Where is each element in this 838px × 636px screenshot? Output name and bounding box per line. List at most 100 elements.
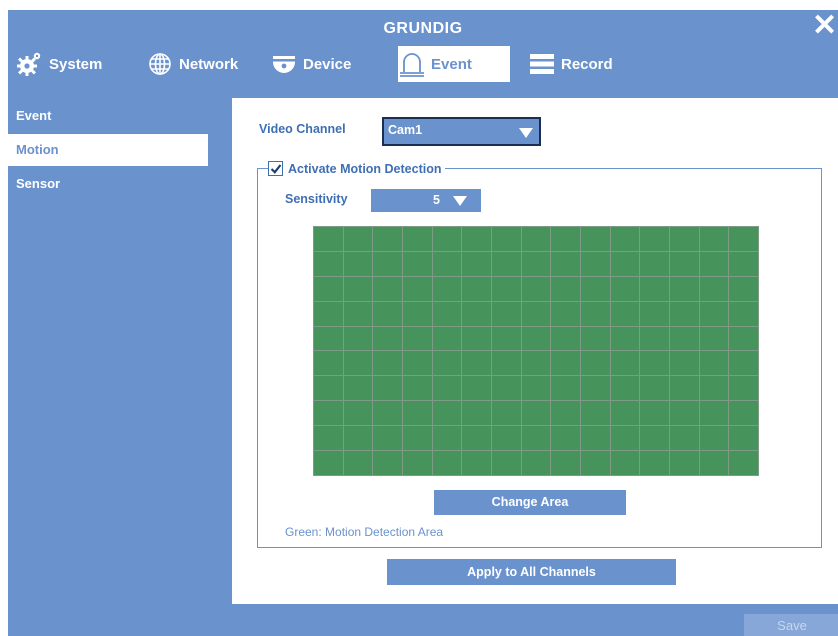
- motion-grid-cell[interactable]: [521, 301, 551, 326]
- activate-motion-checkbox[interactable]: [268, 161, 283, 176]
- motion-grid-cell[interactable]: [462, 351, 491, 376]
- tab-event[interactable]: Event: [398, 46, 510, 82]
- save-button[interactable]: Save: [744, 614, 838, 636]
- motion-grid-cell[interactable]: [610, 326, 640, 351]
- motion-grid-cell[interactable]: [343, 301, 373, 326]
- motion-grid-cell[interactable]: [699, 227, 729, 251]
- sidebar-item-motion[interactable]: Motion: [8, 134, 208, 166]
- motion-grid-cell[interactable]: [373, 276, 402, 301]
- motion-grid-cell[interactable]: [551, 401, 580, 426]
- motion-grid-cell[interactable]: [669, 227, 699, 251]
- motion-grid-cell[interactable]: [669, 351, 699, 376]
- video-channel-select[interactable]: Cam1: [382, 117, 541, 146]
- motion-grid-cell[interactable]: [669, 451, 699, 475]
- motion-grid-cell[interactable]: [640, 401, 669, 426]
- motion-grid-cell[interactable]: [640, 301, 669, 326]
- motion-grid-cell[interactable]: [402, 227, 432, 251]
- motion-grid-cell[interactable]: [343, 326, 373, 351]
- motion-grid-cell[interactable]: [491, 251, 521, 276]
- motion-grid-cell[interactable]: [669, 426, 699, 451]
- motion-grid-cell[interactable]: [432, 276, 462, 301]
- motion-grid-cell[interactable]: [610, 251, 640, 276]
- motion-grid-cell[interactable]: [402, 351, 432, 376]
- motion-grid-cell[interactable]: [462, 276, 491, 301]
- motion-grid-cell[interactable]: [580, 276, 610, 301]
- motion-grid-cell[interactable]: [373, 426, 402, 451]
- motion-grid-cell[interactable]: [521, 251, 551, 276]
- motion-grid-cell[interactable]: [521, 276, 551, 301]
- motion-grid-cell[interactable]: [373, 326, 402, 351]
- motion-grid-cell[interactable]: [699, 426, 729, 451]
- motion-grid-cell[interactable]: [373, 301, 402, 326]
- motion-grid-cell[interactable]: [640, 227, 669, 251]
- motion-grid-cell[interactable]: [729, 426, 758, 451]
- motion-grid-cell[interactable]: [729, 251, 758, 276]
- motion-grid-cell[interactable]: [343, 351, 373, 376]
- motion-grid-cell[interactable]: [491, 426, 521, 451]
- motion-grid-cell[interactable]: [491, 227, 521, 251]
- tab-device[interactable]: Device: [270, 46, 380, 82]
- motion-grid-cell[interactable]: [373, 451, 402, 475]
- motion-grid-cell[interactable]: [580, 451, 610, 475]
- motion-grid-cell[interactable]: [729, 401, 758, 426]
- motion-grid-cell[interactable]: [729, 326, 758, 351]
- motion-grid-cell[interactable]: [699, 301, 729, 326]
- motion-grid-cell[interactable]: [462, 251, 491, 276]
- motion-grid-cell[interactable]: [669, 301, 699, 326]
- motion-grid-cell[interactable]: [402, 376, 432, 401]
- motion-grid-cell[interactable]: [343, 451, 373, 475]
- motion-grid-cell[interactable]: [462, 426, 491, 451]
- motion-grid-cell[interactable]: [669, 376, 699, 401]
- motion-grid-cell[interactable]: [373, 351, 402, 376]
- motion-grid-cell[interactable]: [521, 376, 551, 401]
- motion-grid-cell[interactable]: [610, 301, 640, 326]
- motion-grid-cell[interactable]: [640, 276, 669, 301]
- motion-grid-cell[interactable]: [580, 426, 610, 451]
- motion-grid-cell[interactable]: [373, 227, 402, 251]
- motion-grid-cell[interactable]: [314, 451, 343, 475]
- motion-grid-cell[interactable]: [432, 451, 462, 475]
- motion-grid-cell[interactable]: [432, 426, 462, 451]
- motion-grid-cell[interactable]: [669, 276, 699, 301]
- close-icon[interactable]: ✕: [812, 11, 837, 41]
- motion-grid-cell[interactable]: [314, 376, 343, 401]
- motion-grid-cell[interactable]: [669, 251, 699, 276]
- motion-grid-cell[interactable]: [462, 376, 491, 401]
- motion-grid-cell[interactable]: [640, 426, 669, 451]
- motion-grid-cell[interactable]: [521, 227, 551, 251]
- tab-network[interactable]: Network: [146, 46, 256, 82]
- motion-grid-cell[interactable]: [402, 251, 432, 276]
- motion-grid-cell[interactable]: [580, 351, 610, 376]
- motion-grid-cell[interactable]: [432, 376, 462, 401]
- motion-grid-cell[interactable]: [640, 376, 669, 401]
- motion-grid-cell[interactable]: [551, 376, 580, 401]
- motion-grid-cell[interactable]: [432, 326, 462, 351]
- motion-grid-cell[interactable]: [729, 227, 758, 251]
- motion-grid-cell[interactable]: [610, 451, 640, 475]
- motion-grid-cell[interactable]: [610, 426, 640, 451]
- motion-grid-cell[interactable]: [580, 326, 610, 351]
- motion-grid-cell[interactable]: [402, 401, 432, 426]
- motion-grid-cell[interactable]: [580, 376, 610, 401]
- motion-grid-cell[interactable]: [432, 227, 462, 251]
- motion-detection-grid[interactable]: [313, 226, 759, 476]
- motion-grid-cell[interactable]: [491, 401, 521, 426]
- motion-grid-cell[interactable]: [314, 227, 343, 251]
- motion-grid-cell[interactable]: [551, 227, 580, 251]
- motion-grid-cell[interactable]: [314, 301, 343, 326]
- motion-grid-cell[interactable]: [432, 401, 462, 426]
- motion-grid-cell[interactable]: [580, 227, 610, 251]
- tab-system[interactable]: System: [16, 46, 136, 82]
- motion-grid-cell[interactable]: [640, 326, 669, 351]
- motion-grid-cell[interactable]: [343, 376, 373, 401]
- motion-grid-cell[interactable]: [402, 426, 432, 451]
- change-area-button[interactable]: Change Area: [434, 490, 626, 515]
- apply-all-channels-button[interactable]: Apply to All Channels: [387, 559, 676, 585]
- motion-grid-cell[interactable]: [610, 227, 640, 251]
- motion-grid-cell[interactable]: [699, 251, 729, 276]
- sidebar-item-event[interactable]: Event: [8, 100, 208, 132]
- motion-grid-cell[interactable]: [432, 301, 462, 326]
- motion-grid-cell[interactable]: [729, 351, 758, 376]
- motion-grid-cell[interactable]: [521, 451, 551, 475]
- motion-grid-cell[interactable]: [491, 276, 521, 301]
